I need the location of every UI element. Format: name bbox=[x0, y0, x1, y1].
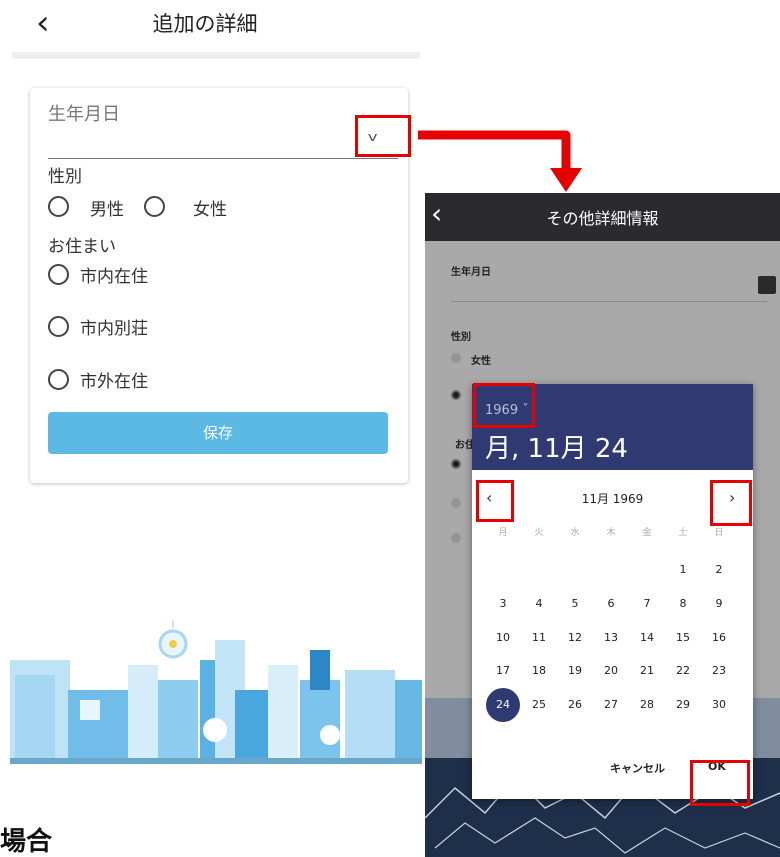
bg-birthdate-label: 生年月日 bbox=[451, 267, 491, 278]
day-cell-selected[interactable]: 24 bbox=[485, 698, 521, 711]
day-cell[interactable]: 23 bbox=[701, 664, 737, 677]
birthdate-label: 生年月日 bbox=[48, 104, 120, 125]
bg-radio-villa bbox=[451, 498, 461, 508]
day-cell[interactable]: 1 bbox=[665, 563, 701, 576]
radio-city-villa-label: 市内別荘 bbox=[80, 319, 148, 339]
selected-date-display: 月, 11月 24 bbox=[485, 434, 628, 464]
weekday-label: 日 bbox=[714, 528, 724, 538]
left-header: ‹ 追加の詳細 bbox=[10, 0, 422, 54]
day-cell[interactable]: 13 bbox=[593, 631, 629, 644]
day-cell[interactable]: 14 bbox=[629, 631, 665, 644]
day-cell[interactable]: 20 bbox=[593, 664, 629, 677]
day-cell[interactable]: 3 bbox=[485, 597, 521, 610]
day-cell[interactable]: 6 bbox=[593, 597, 629, 610]
day-cell[interactable]: 29 bbox=[665, 698, 701, 711]
day-cell[interactable]: 25 bbox=[521, 698, 557, 711]
calendar-icon[interactable] bbox=[758, 276, 776, 294]
radio-female[interactable] bbox=[144, 196, 165, 217]
radio-city-villa[interactable] bbox=[48, 316, 69, 337]
radio-city-resident[interactable] bbox=[48, 264, 69, 285]
day-cell[interactable]: 2 bbox=[701, 563, 737, 576]
phone-title: その他詳細情報 bbox=[546, 209, 659, 228]
bg-radio-male bbox=[451, 390, 461, 400]
day-cell[interactable]: 16 bbox=[701, 631, 737, 644]
radio-male[interactable] bbox=[48, 196, 69, 217]
page-title: 追加の詳細 bbox=[152, 12, 258, 36]
date-picker-dialog: 1969 ˇ 月, 11月 24 ‹ 11月 1969 › 月 火 水 木 金 … bbox=[472, 384, 753, 799]
header-divider bbox=[12, 52, 420, 59]
radio-outside-city-label: 市外在住 bbox=[80, 372, 148, 392]
highlight-year-selector bbox=[473, 383, 535, 428]
bg-radio-female-label: 女性 bbox=[471, 356, 491, 367]
radio-female-label: 女性 bbox=[193, 200, 227, 220]
bg-radio-outside bbox=[451, 533, 461, 543]
day-cell[interactable]: 7 bbox=[629, 597, 665, 610]
highlight-next-month bbox=[710, 480, 752, 526]
weekday-label: 水 bbox=[570, 528, 580, 538]
day-cell[interactable]: 10 bbox=[485, 631, 521, 644]
weekday-label: 金 bbox=[642, 528, 652, 538]
save-button[interactable]: 保存 bbox=[48, 412, 388, 454]
day-cell[interactable]: 12 bbox=[557, 631, 593, 644]
day-cell[interactable]: 22 bbox=[665, 664, 701, 677]
bg-gender-label: 性別 bbox=[451, 332, 471, 343]
day-cell[interactable]: 4 bbox=[521, 597, 557, 610]
details-card: 生年月日 v 性別 男性 女性 お住まい 市内在住 市内別荘 市外在住 保存 bbox=[30, 88, 408, 483]
bg-radio-female bbox=[451, 353, 461, 363]
day-cell[interactable]: 18 bbox=[521, 664, 557, 677]
day-cell[interactable]: 9 bbox=[701, 597, 737, 610]
highlight-ok-button bbox=[690, 760, 750, 806]
day-cell[interactable]: 30 bbox=[701, 698, 737, 711]
caption-partial: 場合 bbox=[0, 827, 53, 857]
day-cell[interactable]: 17 bbox=[485, 664, 521, 677]
day-cell[interactable]: 28 bbox=[629, 698, 665, 711]
city-illustration bbox=[10, 620, 422, 764]
radio-city-resident-label: 市内在住 bbox=[80, 267, 148, 287]
day-cell[interactable]: 8 bbox=[665, 597, 701, 610]
weekday-label: 木 bbox=[606, 528, 616, 538]
weekday-label: 火 bbox=[534, 528, 544, 538]
cancel-button[interactable]: キャンセル bbox=[610, 760, 665, 776]
highlight-prev-month bbox=[476, 480, 514, 522]
day-cell[interactable]: 27 bbox=[593, 698, 629, 711]
weekday-label: 土 bbox=[678, 528, 688, 538]
highlight-dropdown bbox=[355, 115, 411, 157]
weekday-label: 月 bbox=[498, 528, 508, 538]
day-cell[interactable]: 11 bbox=[521, 631, 557, 644]
day-cell[interactable]: 21 bbox=[629, 664, 665, 677]
residence-label: お住まい bbox=[48, 237, 116, 257]
radio-outside-city[interactable] bbox=[48, 369, 69, 390]
birthdate-underline bbox=[48, 158, 398, 159]
phone-header: ‹ その他詳細情報 bbox=[425, 193, 780, 241]
day-cell[interactable]: 15 bbox=[665, 631, 701, 644]
day-cell[interactable]: 26 bbox=[557, 698, 593, 711]
red-arrow-icon bbox=[418, 130, 582, 192]
gender-label: 性別 bbox=[48, 167, 82, 187]
bg-birthdate-underline bbox=[451, 301, 767, 302]
radio-male-label: 男性 bbox=[90, 200, 124, 220]
day-cell[interactable]: 19 bbox=[557, 664, 593, 677]
bg-radio-city bbox=[451, 459, 461, 469]
day-cell[interactable]: 5 bbox=[557, 597, 593, 610]
